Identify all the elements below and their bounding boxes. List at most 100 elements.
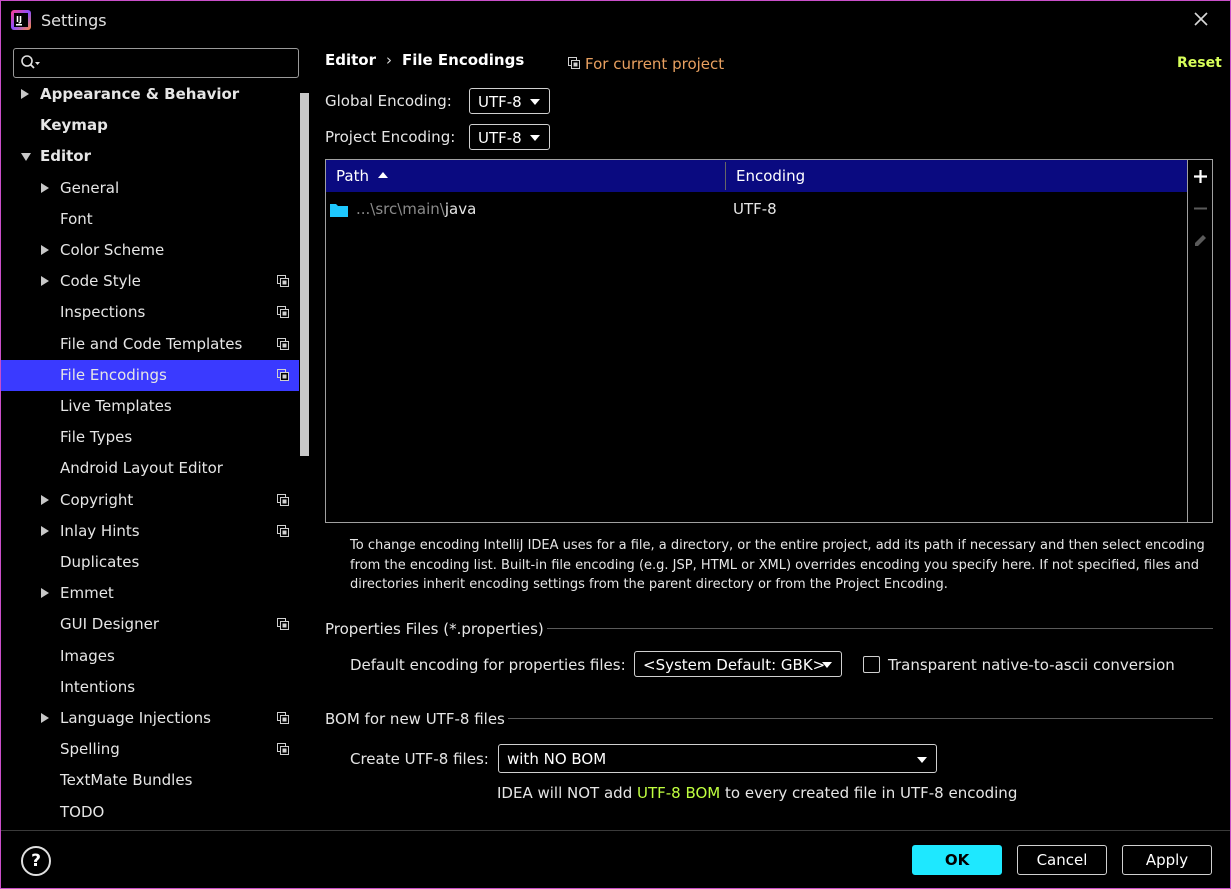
edit-pencil-icon[interactable] bbox=[1192, 232, 1209, 249]
tree-item[interactable]: Intentions bbox=[1, 672, 299, 703]
sort-ascending-icon bbox=[378, 172, 388, 178]
properties-default-label: Default encoding for properties files: bbox=[350, 656, 626, 674]
column-header-path-label: Path bbox=[336, 167, 369, 185]
tree-item[interactable]: GUI Designer bbox=[1, 609, 299, 640]
tree-item[interactable]: Inlay Hints bbox=[1, 516, 299, 547]
tree-item[interactable]: Images bbox=[1, 641, 299, 672]
ok-button[interactable]: OK bbox=[912, 845, 1002, 875]
project-scope-icon bbox=[277, 524, 289, 537]
tree-item[interactable]: Spelling bbox=[1, 734, 299, 765]
tree-item[interactable]: File Types bbox=[1, 422, 299, 453]
tree-item-label: Font bbox=[60, 209, 93, 228]
column-header-encoding[interactable]: Encoding bbox=[736, 160, 805, 192]
create-utf8-label: Create UTF-8 files: bbox=[350, 750, 489, 768]
collapsed-arrow-icon[interactable] bbox=[41, 525, 49, 536]
tree-item-label: Copyright bbox=[60, 490, 134, 509]
tree-item[interactable]: TODO bbox=[1, 797, 299, 828]
window-title: Settings bbox=[41, 11, 107, 30]
column-divider[interactable] bbox=[725, 162, 726, 190]
for-current-project-note: For current project bbox=[568, 55, 724, 73]
tree-item[interactable]: TextMate Bundles bbox=[1, 765, 299, 796]
tree-item[interactable]: Color Scheme bbox=[1, 235, 299, 266]
tree-item[interactable]: File Encodings bbox=[1, 359, 299, 391]
tree-scrollbar[interactable] bbox=[300, 93, 309, 456]
global-encoding-select[interactable]: UTF-8 bbox=[469, 88, 550, 114]
global-encoding-label: Global Encoding: bbox=[325, 92, 452, 110]
tree-item[interactable]: File and Code Templates bbox=[1, 329, 299, 360]
properties-encoding-select[interactable]: <System Default: GBK> bbox=[634, 651, 842, 677]
tree-item-label: Inspections bbox=[60, 303, 146, 322]
column-header-path[interactable]: Path bbox=[336, 160, 369, 192]
tree-item-label: Duplicates bbox=[60, 553, 140, 571]
tree-item[interactable]: Editor bbox=[1, 141, 299, 172]
tree-item-label: Code Style bbox=[60, 272, 141, 291]
collapsed-arrow-icon[interactable] bbox=[41, 276, 49, 287]
transparent-conversion-label[interactable]: Transparent native-to-ascii conversion bbox=[888, 656, 1175, 674]
row-path: ...\src\main\java bbox=[356, 200, 476, 218]
svg-text:IJ: IJ bbox=[16, 15, 22, 24]
path-encoding-table: Path Encoding ...\src\main\java UTF-8 bbox=[325, 159, 1213, 523]
tree-item[interactable]: Emmet bbox=[1, 578, 299, 609]
bom-section-title: BOM for new UTF-8 files bbox=[325, 710, 505, 728]
tree-item[interactable]: Code Style bbox=[1, 266, 299, 297]
collapsed-arrow-icon[interactable] bbox=[41, 494, 49, 505]
tree-item[interactable]: Language Injections bbox=[1, 703, 299, 734]
breadcrumb-parent[interactable]: Editor bbox=[325, 51, 376, 69]
global-encoding-value: UTF-8 bbox=[478, 93, 522, 111]
tree-item[interactable]: Live Templates bbox=[1, 391, 299, 422]
section-divider bbox=[508, 718, 1213, 719]
intellij-logo-icon: IJ bbox=[11, 10, 31, 30]
tree-item-label: TextMate Bundles bbox=[60, 771, 193, 790]
collapsed-arrow-icon[interactable] bbox=[41, 245, 49, 255]
tree-item-label: Live Templates bbox=[60, 397, 172, 415]
tree-item-label: Spelling bbox=[60, 740, 120, 759]
expanded-arrow-icon[interactable] bbox=[21, 153, 31, 162]
collapsed-arrow-icon[interactable] bbox=[41, 713, 49, 723]
breadcrumb: Editor › File Encodings bbox=[325, 51, 524, 69]
search-icon bbox=[21, 55, 40, 69]
chevron-down-icon bbox=[530, 135, 540, 141]
for-current-project-label: For current project bbox=[585, 55, 725, 73]
row-encoding: UTF-8 bbox=[733, 200, 777, 218]
project-encoding-select[interactable]: UTF-8 bbox=[469, 124, 550, 150]
encoding-help-text: To change encoding IntelliJ IDEA uses fo… bbox=[350, 538, 1205, 592]
help-button[interactable]: ? bbox=[21, 846, 51, 876]
tree-item[interactable]: General bbox=[1, 173, 299, 204]
bom-note-highlight[interactable]: UTF-8 BOM bbox=[637, 784, 720, 802]
tree-item-label: File Types bbox=[60, 428, 133, 447]
tree-item[interactable]: Inspections bbox=[1, 297, 299, 328]
column-header-encoding-label: Encoding bbox=[736, 167, 806, 185]
project-encoding-label: Project Encoding: bbox=[325, 128, 456, 146]
apply-button[interactable]: Apply bbox=[1122, 845, 1212, 875]
settings-window: IJ Settings Appearance & Behavior Keymap E… bbox=[0, 0, 1231, 889]
transparent-conversion-checkbox[interactable] bbox=[863, 656, 880, 673]
bom-select[interactable]: with NO BOM bbox=[498, 744, 937, 773]
cancel-button[interactable]: Cancel bbox=[1017, 845, 1107, 875]
collapsed-arrow-icon[interactable] bbox=[41, 588, 49, 599]
close-icon[interactable] bbox=[1191, 9, 1211, 29]
remove-icon[interactable] bbox=[1192, 200, 1209, 217]
tree-item[interactable]: Keymap bbox=[1, 110, 299, 141]
breadcrumb-separator: › bbox=[386, 51, 392, 69]
tree-item[interactable]: Font bbox=[1, 204, 299, 235]
tree-item-label: File and Code Templates bbox=[60, 334, 243, 353]
project-scope-icon bbox=[277, 337, 289, 350]
table-header: Path Encoding bbox=[326, 160, 1187, 192]
breadcrumb-current: File Encodings bbox=[402, 51, 525, 69]
collapsed-arrow-icon[interactable] bbox=[41, 182, 49, 193]
reset-link[interactable]: Reset bbox=[1177, 55, 1222, 71]
bom-note: IDEA will NOT add UTF-8 BOM to every cre… bbox=[497, 784, 1017, 802]
project-scope-icon bbox=[277, 368, 289, 381]
tree-item[interactable]: Appearance & Behavior bbox=[1, 81, 299, 110]
tree-item-label: Android Layout Editor bbox=[60, 459, 223, 478]
tree-item-label: Keymap bbox=[40, 116, 108, 135]
add-icon[interactable] bbox=[1192, 168, 1209, 185]
tree-item[interactable]: Copyright bbox=[1, 485, 299, 516]
settings-search-input[interactable] bbox=[13, 48, 299, 78]
folder-icon bbox=[330, 204, 348, 217]
table-toolbar bbox=[1187, 160, 1212, 522]
tree-item[interactable]: Duplicates bbox=[1, 547, 299, 578]
collapsed-arrow-icon[interactable] bbox=[21, 89, 29, 99]
tree-item[interactable]: Android Layout Editor bbox=[1, 453, 299, 484]
project-scope-icon bbox=[277, 712, 289, 724]
